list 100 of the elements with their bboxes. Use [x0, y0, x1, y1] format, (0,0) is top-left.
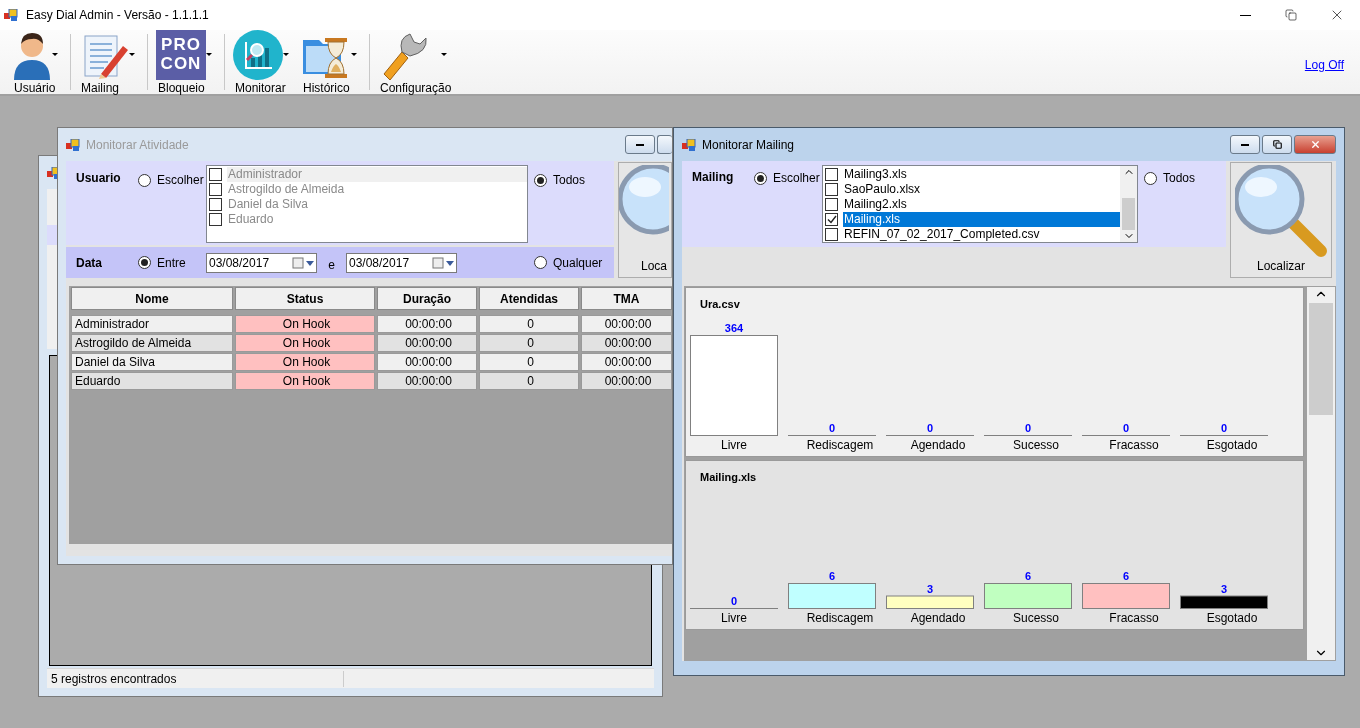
search-button[interactable]: Localizar [1230, 162, 1332, 278]
radio-button[interactable] [754, 171, 767, 185]
minimize-button[interactable] [1230, 135, 1260, 154]
category-label: Agendado [910, 611, 966, 625]
filter-label: Usuario [75, 170, 122, 185]
category-label: Rediscagem [806, 611, 874, 625]
date-field[interactable]: 03/08/2017 [346, 252, 457, 273]
radio-option[interactable]: Todos [534, 165, 614, 187]
app-title: Easy Dial Admin - Versão - 1.1.1.1 [26, 8, 209, 22]
table-cell: Astrogildo de Almeida [71, 334, 233, 352]
column-header[interactable]: Nome [71, 287, 233, 310]
radio-label: Qualquer [553, 255, 603, 270]
radio-option[interactable]: Qualquer [534, 255, 614, 270]
table-cell: 00:00:00 [581, 315, 672, 333]
maximize-icon [1272, 140, 1282, 149]
chart-title: Ura.csv [700, 298, 741, 312]
filter-label: Data [75, 255, 103, 270]
column-header[interactable]: TMA [581, 287, 672, 310]
category-label: Rediscagem [806, 438, 874, 452]
table-cell: 0 [479, 334, 579, 352]
radio-option[interactable]: Escolher [138, 165, 206, 187]
radio-option[interactable]: Escolher [754, 165, 822, 185]
category-label: Livre [721, 611, 747, 625]
list-item[interactable]: REFIN_07_02_2017_Completed.csv [843, 227, 1120, 242]
calendar-dropdown-icon[interactable] [292, 256, 316, 269]
column-header[interactable]: Duração [377, 287, 477, 310]
procon-logo: PRO CON [156, 29, 206, 80]
table-cell: 0 [479, 372, 579, 390]
toolbar-button[interactable]: Mailing [75, 29, 143, 95]
restore-icon [1285, 9, 1297, 21]
toolbar-button[interactable]: PRO CON Bloqueio [152, 29, 220, 95]
table-cell: 00:00:00 [377, 353, 477, 371]
checkbox[interactable] [825, 213, 838, 226]
table-cell: 00:00:00 [581, 372, 672, 390]
checkbox[interactable] [825, 168, 838, 181]
caret-icon [441, 53, 448, 56]
radio-button[interactable] [1144, 171, 1157, 185]
category-label: Livre [721, 438, 747, 452]
date-field[interactable]: 03/08/2017 [206, 252, 317, 273]
toolbar-button[interactable]: Monitorar [229, 29, 297, 95]
radio-label: Todos [1163, 171, 1196, 185]
minimize-icon [1239, 14, 1251, 16]
radio-label: Escolher [773, 171, 820, 185]
checkbox[interactable] [825, 183, 838, 196]
caret-icon [351, 53, 357, 56]
app-icon [682, 138, 696, 151]
table-cell: 00:00:00 [581, 353, 672, 371]
value-label: 3 [926, 582, 934, 595]
list-item[interactable]: SaoPaulo.xlsx [843, 182, 1120, 197]
column-header[interactable]: Atendidas [479, 287, 579, 310]
category-label: Sucesso [1013, 438, 1059, 452]
value-label: 0 [1220, 422, 1228, 434]
value-label: 3 [1220, 582, 1228, 595]
checkbox[interactable] [825, 228, 838, 241]
filter-label: Mailing [691, 169, 735, 184]
value-label: 364 [724, 322, 744, 334]
category-label: Fracasso [1109, 611, 1159, 625]
radio-button[interactable] [534, 256, 547, 269]
radio-button[interactable] [138, 256, 151, 269]
table-cell: Daniel da Silva [71, 353, 233, 371]
maximize-button[interactable] [1262, 135, 1292, 154]
list-item[interactable]: Mailing.xls [843, 212, 1120, 227]
calendar-dropdown-icon[interactable] [432, 256, 456, 269]
caret-icon [129, 53, 135, 56]
table-cell: On Hook [235, 334, 375, 352]
minimize-icon [636, 143, 644, 146]
value-label: 0 [730, 595, 738, 607]
caret-icon [206, 53, 212, 56]
toolbar-button[interactable]: Usuário [8, 29, 66, 95]
caret-icon [52, 53, 58, 56]
column-header[interactable]: Status [235, 287, 375, 310]
minimize-icon [1241, 143, 1249, 146]
table-cell: 00:00:00 [377, 315, 477, 333]
category-label: Agendado [910, 438, 966, 452]
radio-label: Todos [553, 173, 586, 187]
close-icon [1309, 139, 1321, 150]
table-cell: On Hook [235, 353, 375, 371]
table-cell: 00:00:00 [581, 334, 672, 352]
category-label: Sucesso [1013, 611, 1059, 625]
check-icon [826, 215, 837, 224]
search-button[interactable]: Loca [618, 162, 672, 278]
list-item[interactable]: Mailing2.xls [843, 197, 1120, 212]
radio-button[interactable] [138, 173, 151, 187]
window-title: Monitorar Atividade [86, 137, 189, 152]
table-cell: 00:00:00 [377, 334, 477, 352]
toolbar-button[interactable]: Configuração [374, 29, 456, 95]
checkbox[interactable] [825, 198, 838, 211]
status-text: 5 registros encontrados [47, 670, 344, 687]
caret-icon [283, 53, 289, 56]
toolbar-button[interactable]: Histórico [297, 29, 365, 95]
list-item[interactable]: Mailing3.xls [843, 167, 1120, 182]
radio-option[interactable]: Entre [138, 255, 206, 270]
app-icon [4, 9, 18, 21]
logoff-link[interactable]: Log Off [1304, 58, 1344, 72]
value-label: 6 [1122, 570, 1130, 582]
minimize-button[interactable] [625, 135, 655, 154]
table-cell: 0 [479, 315, 579, 333]
radio-option[interactable]: Todos [1144, 165, 1226, 185]
scrollbar[interactable] [1307, 287, 1335, 660]
radio-button[interactable] [534, 173, 547, 187]
